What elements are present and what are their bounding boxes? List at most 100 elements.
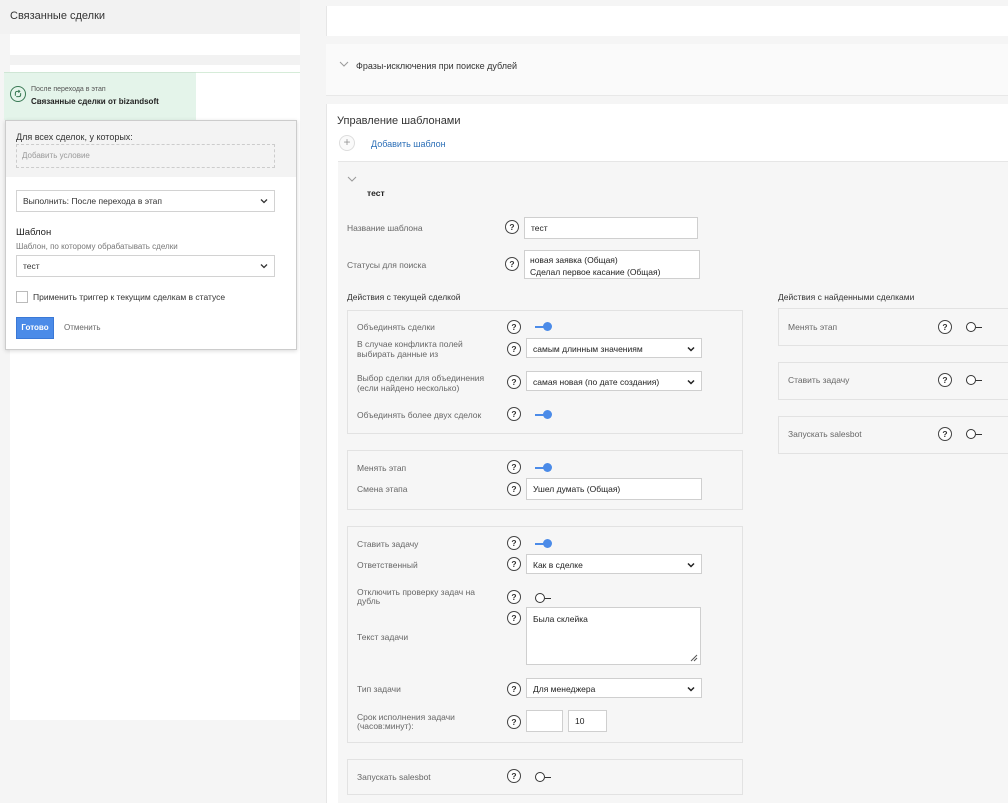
new-stage-label: Смена этапа (357, 484, 408, 494)
responsible-label: Ответственный (357, 560, 418, 570)
stage-trigger-sub: После перехода в этап (31, 86, 106, 93)
divider (326, 96, 1008, 104)
help-icon[interactable]: ? (507, 460, 521, 474)
found-change-stage-label: Менять этап (788, 322, 838, 332)
set-task-toggle[interactable] (535, 539, 553, 549)
template-name-input[interactable]: тест (524, 217, 698, 239)
template-name-heading: тест (367, 188, 385, 198)
help-icon[interactable]: ? (507, 536, 521, 550)
merge-more-label: Объединять более двух сделок (357, 410, 482, 420)
help-icon[interactable]: ? (938, 320, 952, 334)
deadline-hours-input[interactable] (526, 710, 563, 732)
help-icon[interactable]: ? (505, 220, 519, 234)
help-icon[interactable]: ? (507, 320, 521, 334)
chevron-down-icon (687, 379, 695, 385)
execute-select-value: Выполнить: После перехода в этап (23, 196, 163, 206)
status-item: Сделал первое касание (Общая) (530, 267, 661, 277)
current-actions-heading: Действия с текущей сделкой (347, 292, 461, 302)
choose-deal-select-value: самая новая (по дате создания) (533, 377, 660, 387)
change-stage-label: Менять этап (357, 463, 407, 473)
task-type-select[interactable]: Для менеджера (526, 678, 702, 698)
merge-label: Объединять сделки (357, 322, 435, 332)
deadline-minutes-input[interactable]: 10 (568, 710, 607, 732)
responsible-select-value: Как в сделке (533, 560, 583, 570)
chevron-down-icon (687, 562, 695, 568)
found-change-stage-toggle[interactable] (966, 322, 984, 332)
help-icon[interactable]: ? (938, 427, 952, 441)
conflict-select-value: самым длинным значениям (533, 344, 643, 354)
add-template-link[interactable]: Добавить шаблон (371, 139, 446, 149)
template-select[interactable]: тест (16, 255, 275, 277)
statuses-label: Статусы для поиска (347, 260, 427, 270)
apply-existing-checkbox[interactable] (16, 291, 28, 303)
help-icon[interactable]: ? (507, 557, 521, 571)
help-icon[interactable]: ? (938, 373, 952, 387)
task-type-label: Тип задачи (357, 684, 401, 694)
resize-handle-icon[interactable] (690, 654, 698, 662)
automation-icon (10, 86, 26, 102)
statuses-multiselect[interactable]: новая заявка (Общая) Сделал первое касан… (524, 250, 700, 279)
template-heading: Шаблон (16, 227, 52, 238)
pipeline-line (196, 72, 300, 73)
template-select-value: тест (23, 261, 40, 271)
found-salesbot-label: Запускать salesbot (788, 429, 862, 439)
chevron-down-icon[interactable] (347, 175, 357, 183)
execute-select[interactable]: Выполнить: После перехода в этап (16, 190, 275, 212)
salesbot-toggle[interactable] (535, 772, 553, 782)
found-set-task-label: Ставить задачу (788, 375, 850, 385)
help-icon[interactable]: ? (507, 590, 521, 604)
left-title: Связанные сделки (10, 10, 106, 22)
templates-title: Управление шаблонами (337, 115, 461, 127)
help-icon[interactable]: ? (507, 407, 521, 421)
chevron-down-icon (339, 61, 349, 67)
status-item: новая заявка (Общая) (530, 255, 618, 265)
merge-toggle[interactable] (535, 322, 553, 332)
apply-existing-label: Применить триггер к текущим сделкам в ст… (33, 292, 226, 302)
stage-trigger-name: Связанные сделки от bizandsoft (31, 97, 159, 106)
task-text-area[interactable]: Была склейка (526, 607, 701, 665)
found-salesbot-toggle[interactable] (966, 429, 984, 439)
conflict-select[interactable]: самым длинным значениям (526, 338, 702, 358)
task-text-value: Была склейка (533, 614, 588, 624)
help-icon[interactable]: ? (507, 715, 521, 729)
chevron-down-icon (260, 199, 268, 204)
help-icon[interactable]: ? (507, 769, 521, 783)
choose-deal-select[interactable]: самая новая (по дате создания) (526, 371, 702, 391)
task-text-label: Текст задачи (357, 632, 409, 642)
template-name-label: Название шаблона (347, 223, 423, 233)
help-icon[interactable]: ? (507, 375, 521, 389)
chevron-down-icon (687, 686, 695, 692)
responsible-select[interactable]: Как в сделке (526, 554, 702, 574)
divider (326, 36, 1008, 44)
disable-check-label: Отключить проверку задач на дубль (357, 587, 476, 606)
help-icon[interactable]: ? (505, 257, 519, 271)
chevron-down-icon (687, 346, 695, 352)
found-actions-heading: Действия с найденными сделками (778, 292, 915, 302)
left-band (10, 55, 300, 65)
new-stage-input[interactable]: Ушел думать (Общая) (526, 478, 702, 500)
cancel-button[interactable]: Отменить (64, 323, 101, 332)
add-condition-field[interactable]: Добавить условие (16, 144, 275, 168)
found-set-task-toggle[interactable] (966, 375, 984, 385)
plus-icon[interactable]: + (339, 135, 355, 151)
conflict-label: В случае конфликта полей выбирать данные… (357, 339, 463, 359)
stage-trigger-card[interactable]: После перехода в этап Связанные сделки о… (4, 72, 196, 120)
template-hint: Шаблон, по которому обрабатывать сделки (16, 242, 178, 251)
merge-more-toggle[interactable] (535, 410, 553, 420)
task-type-select-value: Для менеджера (533, 684, 596, 694)
set-task-label: Ставить задачу (357, 539, 419, 549)
done-button[interactable]: Готово (16, 317, 54, 339)
trigger-settings-popup: Для всех сделок, у которых: Добавить усл… (5, 120, 297, 350)
help-icon[interactable]: ? (507, 682, 521, 696)
choose-deal-label: Выбор сделки для объединения (если найде… (357, 373, 485, 393)
change-stage-toggle[interactable] (535, 463, 553, 473)
help-icon[interactable]: ? (507, 342, 521, 356)
salesbot-label: Запускать salesbot (357, 772, 431, 782)
help-icon[interactable]: ? (507, 611, 521, 625)
condition-label: Для всех сделок, у которых: (16, 132, 133, 142)
disable-check-toggle[interactable] (535, 593, 553, 603)
chevron-down-icon (260, 264, 268, 269)
phrases-section-label: Фразы-исключения при поиске дублей (356, 61, 518, 71)
help-icon[interactable]: ? (507, 482, 521, 496)
deadline-label: Срок исполнения задачи (часов:минут): (357, 712, 455, 731)
